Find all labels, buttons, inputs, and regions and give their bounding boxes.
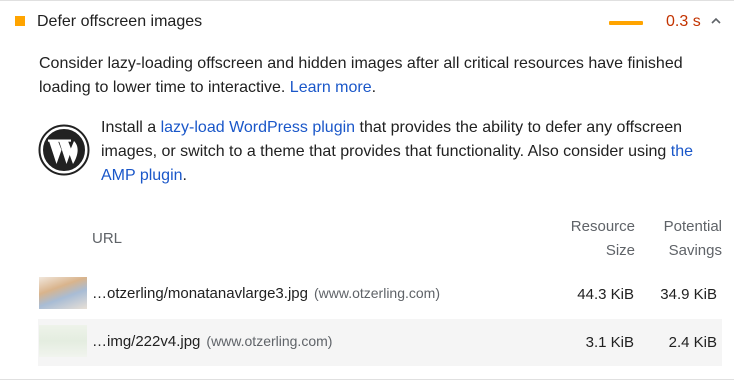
- resource-url[interactable]: …otzerling/monatanavlarge3.jpg (www.otzer…: [92, 285, 440, 302]
- url-path: …img/222v4.jpg: [92, 333, 201, 350]
- stack-pack-description: Install a lazy-load WordPress plugin tha…: [101, 116, 721, 188]
- column-header-text: Savings: [668, 242, 722, 259]
- bottom-divider: [0, 379, 734, 380]
- resource-size: 3.1 KiB: [585, 334, 634, 351]
- image-thumbnail: [39, 325, 87, 357]
- top-divider: [0, 0, 734, 1]
- column-header-resource-size: Resource Size: [571, 215, 635, 263]
- column-header-potential-savings: Potential Savings: [664, 215, 722, 263]
- url-host: (www.otzerling.com): [206, 333, 333, 349]
- image-thumbnail: [39, 277, 87, 309]
- wordpress-logo-icon: [38, 124, 90, 176]
- table-row: …img/222v4.jpg (www.otzerling.com) 3.1 Ki…: [38, 319, 722, 366]
- resource-url[interactable]: …img/222v4.jpg (www.otzerling.com): [92, 333, 332, 350]
- learn-more-link[interactable]: Learn more: [290, 79, 372, 96]
- description-period: .: [371, 79, 377, 96]
- column-header-text: Resource: [570, 218, 635, 235]
- table-row: …otzerling/monatanavlarge3.jpg (www.otzer…: [38, 271, 722, 318]
- resource-size: 44.3 KiB: [577, 286, 634, 303]
- severity-square-icon: [15, 16, 25, 26]
- chevron-up-icon[interactable]: [710, 16, 722, 26]
- audit-header[interactable]: Defer offscreen images 0.3 s: [0, 2, 734, 42]
- url-path: …otzerling/monatanavlarge3.jpg: [92, 285, 308, 302]
- savings-bar: [609, 21, 643, 25]
- url-host: (www.otzerling.com): [313, 285, 440, 301]
- stack-pack-text: Install a: [101, 119, 161, 136]
- savings-value: 0.3 s: [666, 13, 701, 30]
- lazy-load-plugin-link[interactable]: lazy-load WordPress plugin: [161, 119, 355, 136]
- stack-pack-period: .: [182, 167, 187, 184]
- column-header-text: Size: [605, 242, 635, 259]
- audit-title: Defer offscreen images: [37, 13, 203, 30]
- column-header-text: Potential: [663, 218, 722, 235]
- potential-savings: 2.4 KiB: [668, 334, 717, 351]
- column-header-url: URL: [92, 230, 123, 247]
- audit-description: Consider lazy-loading offscreen and hidd…: [39, 52, 719, 100]
- potential-savings: 34.9 KiB: [660, 286, 717, 303]
